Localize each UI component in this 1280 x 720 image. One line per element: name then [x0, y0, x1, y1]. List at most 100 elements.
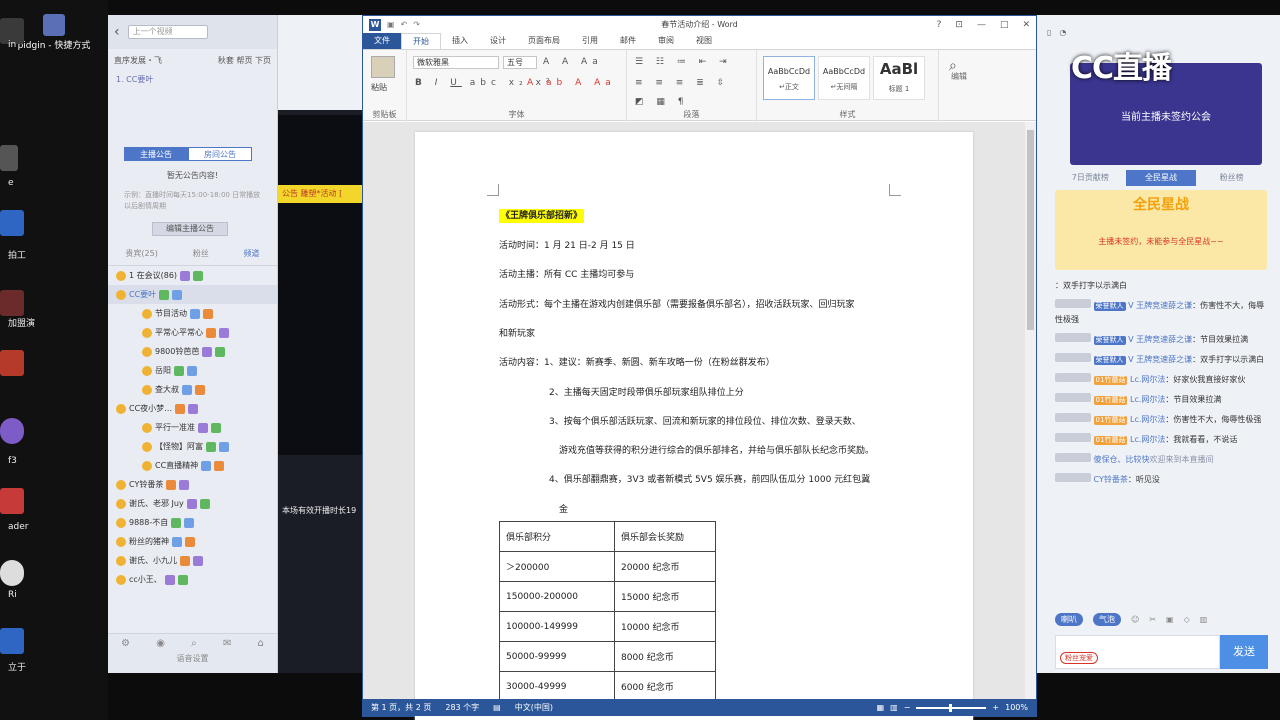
member-item[interactable]: 平行一准准 — [108, 418, 277, 437]
vertical-scrollbar[interactable] — [1025, 122, 1036, 699]
tab-vip[interactable]: 贵宾(25) — [125, 248, 157, 259]
desktop-side-icon[interactable] — [0, 210, 24, 236]
style-item[interactable]: AaBbCcDd ↵无间隔 — [818, 56, 870, 100]
rank-tab[interactable]: 粉丝榜 — [1196, 170, 1267, 186]
live-video[interactable]: 公告 雕塑*活动 [ — [278, 115, 362, 455]
member-item[interactable]: CC要叶 — [108, 285, 277, 304]
tab-channel[interactable]: 频道 — [244, 248, 260, 259]
member-item[interactable]: 节目活动 — [108, 304, 277, 323]
trash-icon[interactable]: ▥ — [1200, 615, 1208, 624]
channel-tab[interactable]: 直序发展・飞 — [114, 55, 162, 66]
rank-tab[interactable]: 7日贡献榜 — [1055, 170, 1126, 186]
chat-username[interactable]: V 王牌竞速薛之谦 — [1128, 335, 1192, 344]
ribbon-tab[interactable]: 开始 — [401, 33, 441, 49]
maximize-button[interactable]: □ — [1000, 20, 1009, 30]
mic-icon[interactable]: ◉ — [156, 638, 165, 649]
proofing-icon[interactable]: ▤ — [493, 703, 501, 712]
member-item[interactable]: 平常心平常心 — [108, 323, 277, 342]
ribbon-tab[interactable]: 引用 — [571, 33, 609, 49]
close-button[interactable]: ✕ — [1022, 20, 1030, 30]
desktop-side-icon[interactable] — [0, 560, 24, 586]
zoom-in-icon[interactable]: + — [992, 703, 999, 712]
ribbon-tab[interactable]: 视图 — [685, 33, 723, 49]
gift-icon[interactable]: ◇ — [1184, 615, 1190, 624]
prev-video-search[interactable]: 上一个视频 — [127, 25, 208, 39]
paste-label[interactable]: 粘贴 — [371, 82, 387, 93]
voice-settings-label[interactable]: 语音设置 — [108, 653, 277, 664]
chat-input[interactable]: 粉丝宠爱 — [1055, 635, 1220, 669]
chat-username[interactable]: V 王牌竞速薛之谦 — [1128, 355, 1192, 364]
home-icon[interactable]: ⌂ — [258, 638, 264, 649]
channel-item[interactable]: 1. CC要叶 — [108, 72, 277, 87]
desktop-side-icon[interactable] — [0, 628, 24, 654]
ribbon-tab[interactable]: 审阅 — [647, 33, 685, 49]
word-count[interactable]: 283 个字 — [445, 702, 479, 713]
tab-fans[interactable]: 粉丝 — [193, 248, 209, 259]
read-mode-icon[interactable]: ▦ — [877, 703, 885, 712]
print-layout-icon[interactable]: ▥ — [890, 703, 898, 712]
chat-icon[interactable]: ✉ — [223, 638, 231, 649]
settings-icon[interactable]: ⚙ — [121, 638, 130, 649]
chat-username[interactable]: V 王牌竞速薛之谦 — [1128, 301, 1192, 310]
member-item[interactable]: cc小王、 — [108, 570, 277, 589]
channel-tab[interactable]: 秋套 帮页 下页 — [218, 55, 271, 66]
chat-username[interactable]: Lc.网尔法 — [1130, 415, 1165, 424]
desktop-side-icon[interactable] — [0, 418, 24, 444]
chat-username[interactable]: Lc.网尔法 — [1130, 395, 1165, 404]
chat-username[interactable]: 傻保仓、比较快 — [1094, 455, 1150, 464]
image-icon[interactable]: ▣ — [1166, 615, 1174, 624]
member-item[interactable]: 9800铃芭芭 — [108, 342, 277, 361]
scissors-icon[interactable]: ✂ — [1149, 615, 1156, 624]
member-item[interactable]: CC直播精神 — [108, 456, 277, 475]
member-item[interactable]: 岳阳 — [108, 361, 277, 380]
zoom-slider[interactable] — [916, 703, 987, 712]
chat-username[interactable]: CY铃番茶 — [1094, 475, 1128, 484]
back-arrow-icon[interactable]: ‹ — [114, 24, 120, 40]
desktop-side-icon[interactable] — [0, 488, 24, 514]
chat-username[interactable]: Lc.网尔法 — [1130, 375, 1165, 384]
send-button[interactable]: 发送 — [1220, 635, 1268, 669]
member-item[interactable]: 查大叔 — [108, 380, 277, 399]
scroll-thumb[interactable] — [1027, 130, 1034, 330]
ribbon-tab[interactable]: 页面布局 — [517, 33, 571, 49]
tab-room-notice[interactable]: 房间公告 — [188, 147, 252, 161]
list-buttons[interactable]: ☰ ☷ ≔ ⇤ ⇥ — [635, 57, 732, 67]
member-item[interactable]: 1 在会议(86) — [108, 266, 277, 285]
document-page[interactable]: 《王牌俱乐部招新》 活动时间：1 月 21 日-2 月 15 日 活动主播：所有… — [415, 132, 973, 720]
ribbon-tab[interactable]: 邮件 — [609, 33, 647, 49]
bell-icon[interactable]: ◔ — [1059, 28, 1066, 37]
phone-icon[interactable]: ▯ — [1047, 28, 1051, 37]
ribbon-tab[interactable]: 设计 — [479, 33, 517, 49]
search-icon[interactable]: ⌕ — [191, 638, 197, 649]
chat-username[interactable]: Lc.网尔法 — [1130, 435, 1165, 444]
member-item[interactable]: 粉丝的猪神 — [108, 532, 277, 551]
ribbon-tab[interactable]: 插入 — [441, 33, 479, 49]
redo-icon[interactable]: ↷ — [413, 20, 420, 29]
font-color-buttons[interactable]: A ab A Aa — [527, 78, 616, 88]
font-size-buttons[interactable]: A A Aa — [543, 57, 603, 67]
align-buttons[interactable]: ≡ ≡ ≡ ≣ ⇳ — [635, 78, 729, 88]
member-item[interactable]: 9888-不自 — [108, 513, 277, 532]
bubble-button[interactable]: 气泡 — [1093, 613, 1121, 626]
fan-favor-chip[interactable]: 粉丝宠爱 — [1060, 652, 1098, 664]
language[interactable]: 中文(中国) — [515, 702, 553, 713]
desktop-side-icon[interactable] — [0, 290, 24, 316]
member-item[interactable]: 谢氏、小九儿 — [108, 551, 277, 570]
desktop-side-icon[interactable] — [0, 145, 18, 171]
emoji-icon[interactable]: ☺ — [1131, 615, 1139, 624]
page-count[interactable]: 第 1 页，共 2 页 — [371, 702, 431, 713]
member-item[interactable]: 【怪物】阿富 — [108, 437, 277, 456]
ribbon-options-button[interactable]: ⊡ — [955, 20, 963, 30]
undo-icon[interactable]: ↶ — [401, 20, 408, 29]
zoom-level[interactable]: 100% — [1005, 703, 1028, 712]
desktop-side-icon[interactable] — [0, 350, 24, 376]
style-item[interactable]: AaBl 标题 1 — [873, 56, 925, 100]
edit-notice-button[interactable]: 编辑主播公告 — [152, 222, 228, 236]
font-name-select[interactable]: 微软雅黑 — [413, 56, 499, 69]
minimize-button[interactable]: — — [977, 20, 986, 30]
member-item[interactable]: CC夜小梦… — [108, 399, 277, 418]
member-item[interactable]: 谢氏、老邪 Juy — [108, 494, 277, 513]
font-size-select[interactable]: 五号 — [503, 56, 537, 69]
shading-buttons[interactable]: ◩ ▦ ¶ — [635, 97, 688, 107]
help-button[interactable]: ? — [937, 20, 942, 30]
